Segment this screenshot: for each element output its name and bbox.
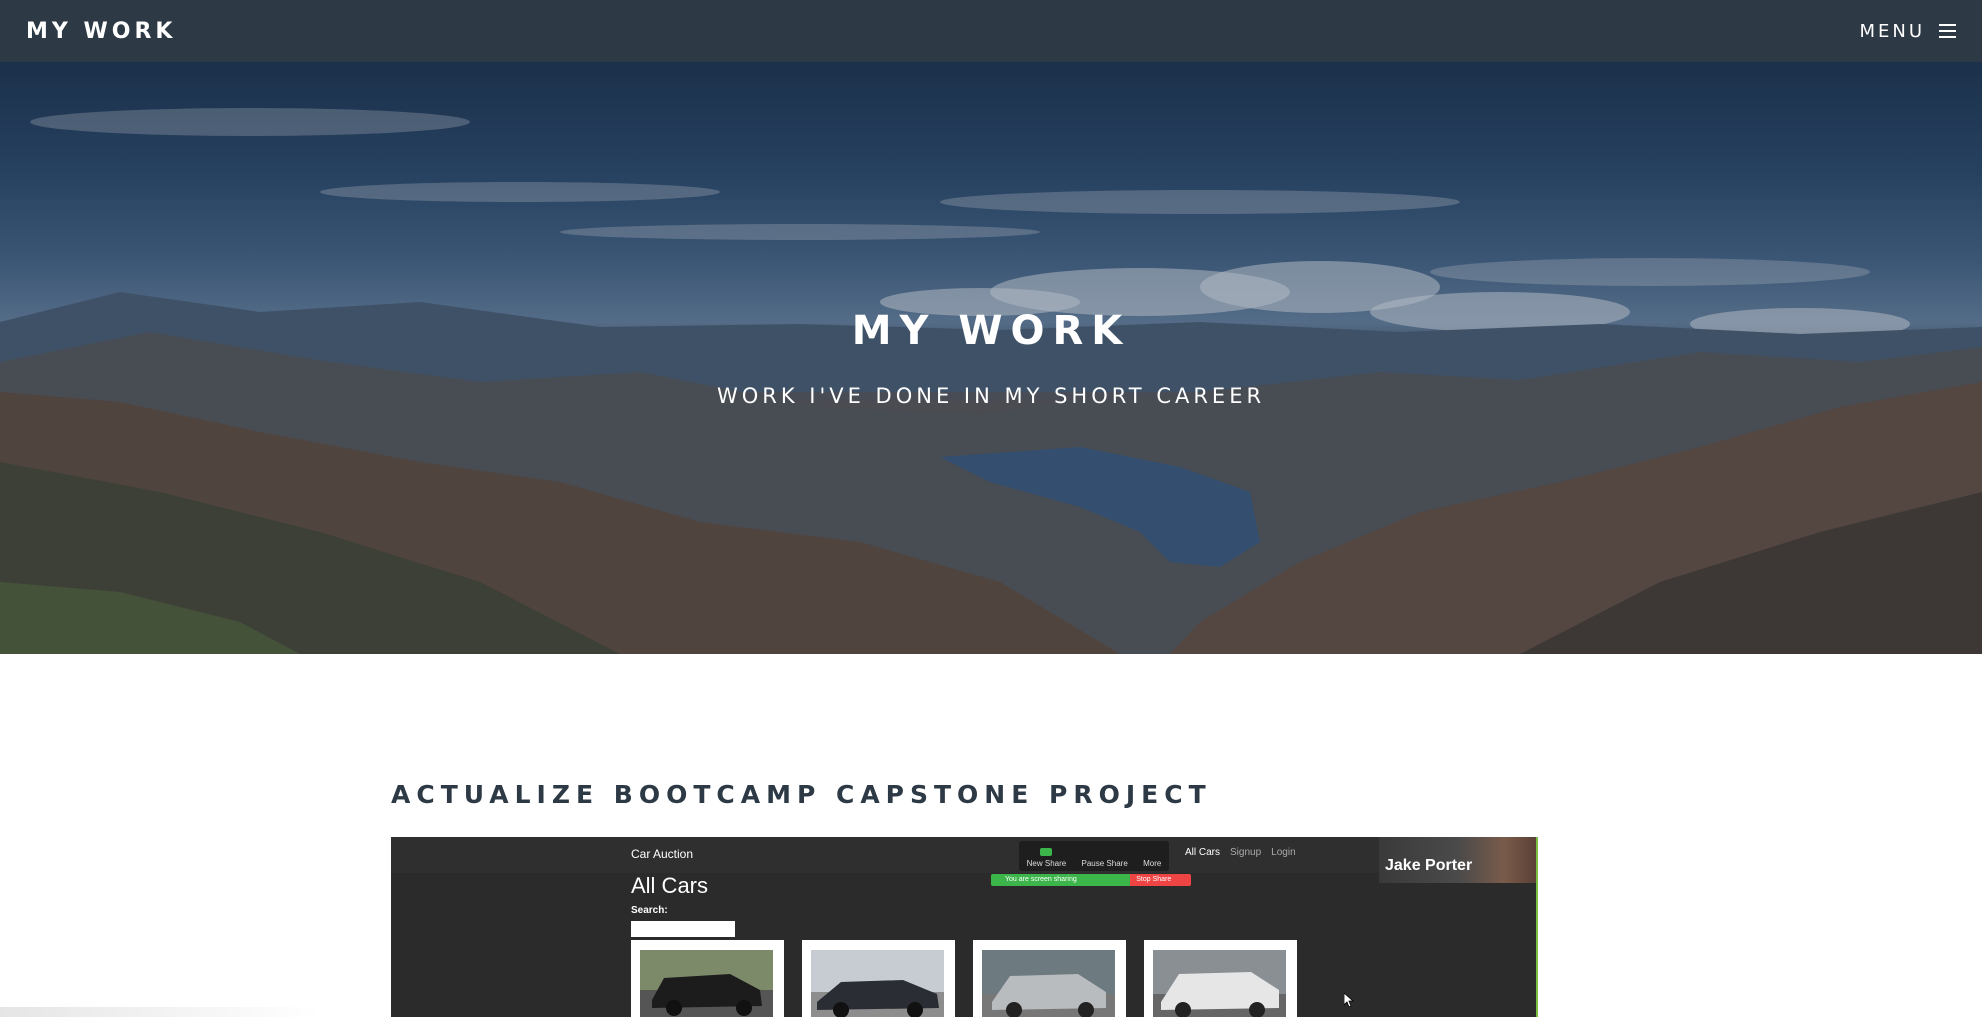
- car-card: [802, 940, 955, 1017]
- menu-button[interactable]: MENU: [1859, 21, 1956, 42]
- menu-label: MENU: [1859, 20, 1925, 42]
- car-card: [973, 940, 1126, 1017]
- zoom-sharing-status: You are screen sharing: [991, 874, 1131, 886]
- top-navbar: MY WORK MENU: [0, 0, 1982, 62]
- video-search-box: [631, 921, 735, 937]
- hero-title: MY WORK: [851, 308, 1131, 354]
- video-search-label: Search:: [631, 905, 668, 916]
- hero-subtitle: WORK I'VE DONE IN MY SHORT CAREER: [716, 384, 1266, 408]
- mouse-cursor-icon: [1344, 993, 1354, 1007]
- car-image: [1153, 950, 1286, 1017]
- zoom-pause-share: Pause Share: [1081, 859, 1128, 868]
- video-nav-login: Login: [1271, 847, 1296, 858]
- car-image: [640, 950, 773, 1017]
- video-nav-signup: Signup: [1230, 847, 1262, 858]
- zoom-more: More: [1143, 859, 1162, 868]
- zoom-new-share: New Share: [1027, 848, 1067, 868]
- zoom-stop-share: Stop Share: [1130, 874, 1191, 886]
- participant-name: Jake Porter: [1385, 857, 1473, 874]
- project-title: ACTUALIZE BOOTCAMP CAPSTONE PROJECT: [391, 780, 1212, 809]
- zoom-status-bar: You are screen sharing Stop Share: [991, 874, 1191, 886]
- car-image: [811, 950, 944, 1017]
- brand-link[interactable]: MY WORK: [26, 19, 176, 44]
- video-app-title: Car Auction: [631, 847, 694, 861]
- zoom-share-toolbar: New Share Pause Share More: [1019, 841, 1169, 871]
- hamburger-icon: [1939, 24, 1956, 38]
- car-image: [982, 950, 1115, 1017]
- hero-banner: MY WORK WORK I'VE DONE IN MY SHORT CAREE…: [0, 62, 1982, 654]
- video-heading: All Cars: [631, 873, 709, 898]
- project-video[interactable]: Car Auction All Cars Search: New Share P…: [391, 837, 1538, 1017]
- car-card: [1144, 940, 1297, 1017]
- video-nav-all-cars: All Cars: [1185, 847, 1221, 858]
- participant-tile: Jake Porter: [1379, 837, 1536, 883]
- video-nav: All Cars Signup Login: [1185, 847, 1296, 858]
- car-card: [631, 940, 784, 1017]
